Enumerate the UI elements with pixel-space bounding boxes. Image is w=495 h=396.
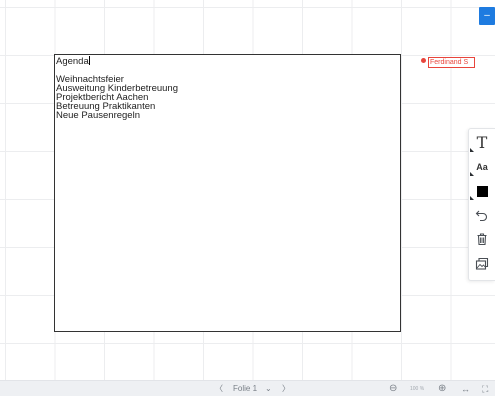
zoom-level: 100 %: [410, 386, 425, 392]
text-color-button[interactable]: [469, 180, 495, 202]
text-format-icon: T: [476, 133, 488, 152]
text-line-item: Neue Pausenregeln: [56, 110, 140, 121]
undo-icon: [475, 210, 488, 222]
collapse-button[interactable]: –: [479, 7, 495, 25]
submenu-corner-icon: [470, 148, 474, 152]
text-caret: [88, 56, 90, 65]
next-slide-button[interactable]: 〉: [282, 381, 290, 396]
slide-dropdown-icon[interactable]: ⌄: [265, 381, 272, 396]
slide-label[interactable]: Folie 1: [233, 381, 257, 396]
color-swatch: [476, 185, 488, 197]
collaborator-name-label: Ferdinand S: [428, 57, 475, 68]
font-style-button[interactable]: Aa: [469, 156, 495, 178]
font-style-icon: Aa: [476, 162, 488, 172]
previous-slide-button[interactable]: 〈: [215, 381, 223, 396]
submenu-corner-icon: [470, 196, 474, 200]
zoom-out-icon[interactable]: ⊖: [389, 381, 397, 396]
submenu-corner-icon: [470, 172, 474, 176]
text-format-button[interactable]: T: [469, 132, 495, 154]
fullscreen-icon[interactable]: ⛶: [482, 381, 488, 396]
fit-width-icon[interactable]: ↔: [461, 381, 470, 396]
text-content[interactable]: Agenda Weihnachtsfeier Ausweitung Kinder…: [56, 56, 178, 120]
trash-icon: [477, 233, 487, 246]
undo-button[interactable]: [469, 204, 495, 226]
zoom-in-icon[interactable]: ⊕: [438, 381, 446, 396]
picture-icon: [475, 257, 489, 270]
arrange-button[interactable]: [469, 253, 495, 275]
collaborator-dot: [421, 58, 426, 63]
object-toolbar: T Aa: [468, 128, 495, 281]
delete-button[interactable]: [469, 228, 495, 250]
text-line-title: Agenda: [56, 56, 89, 67]
text-frame[interactable]: Agenda Weihnachtsfeier Ausweitung Kinder…: [54, 54, 401, 332]
status-bar: 〈 Folie 1 ⌄ 〉 ⊖ 100 % ⊕ ↔ ⛶: [0, 380, 495, 396]
